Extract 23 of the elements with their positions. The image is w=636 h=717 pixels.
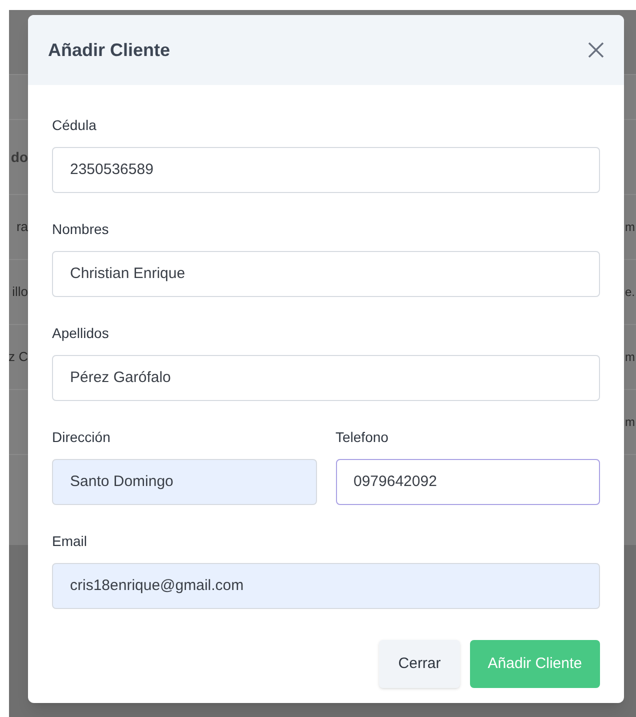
input-field[interactable]: Christian Enrique <box>52 251 600 297</box>
field-label: Cédula <box>52 116 98 135</box>
field-label: Nombres <box>52 220 110 239</box>
table-cell-fragment: e. <box>625 284 636 301</box>
table-cell-fragment: m <box>625 414 635 431</box>
input-field[interactable]: 2350536589 <box>52 147 600 193</box>
close-button[interactable]: Cerrar <box>379 640 460 688</box>
dialog-title: Añadir Cliente <box>48 38 170 62</box>
table-cell-fragment: m <box>625 349 635 366</box>
table-cell-fragment: z C <box>8 348 28 366</box>
table-cell-fragment: m <box>625 219 635 236</box>
input-field[interactable]: Pérez Garófalo <box>52 355 600 401</box>
table-cell-fragment: ra <box>16 218 28 236</box>
field-label: Dirección <box>52 428 112 447</box>
field-label: Email <box>52 532 88 551</box>
input-field[interactable]: cris18enrique@gmail.com <box>52 563 600 609</box>
column-header-fragment: do <box>10 148 28 166</box>
table-cell-fragment: illo <box>12 283 28 302</box>
close-icon[interactable] <box>586 40 606 60</box>
field-label: Apellidos <box>52 324 110 343</box>
field-label: Telefono <box>336 428 390 447</box>
input-field[interactable]: Santo Domingo <box>52 459 316 505</box>
input-field[interactable]: 0979642092 <box>336 459 600 505</box>
